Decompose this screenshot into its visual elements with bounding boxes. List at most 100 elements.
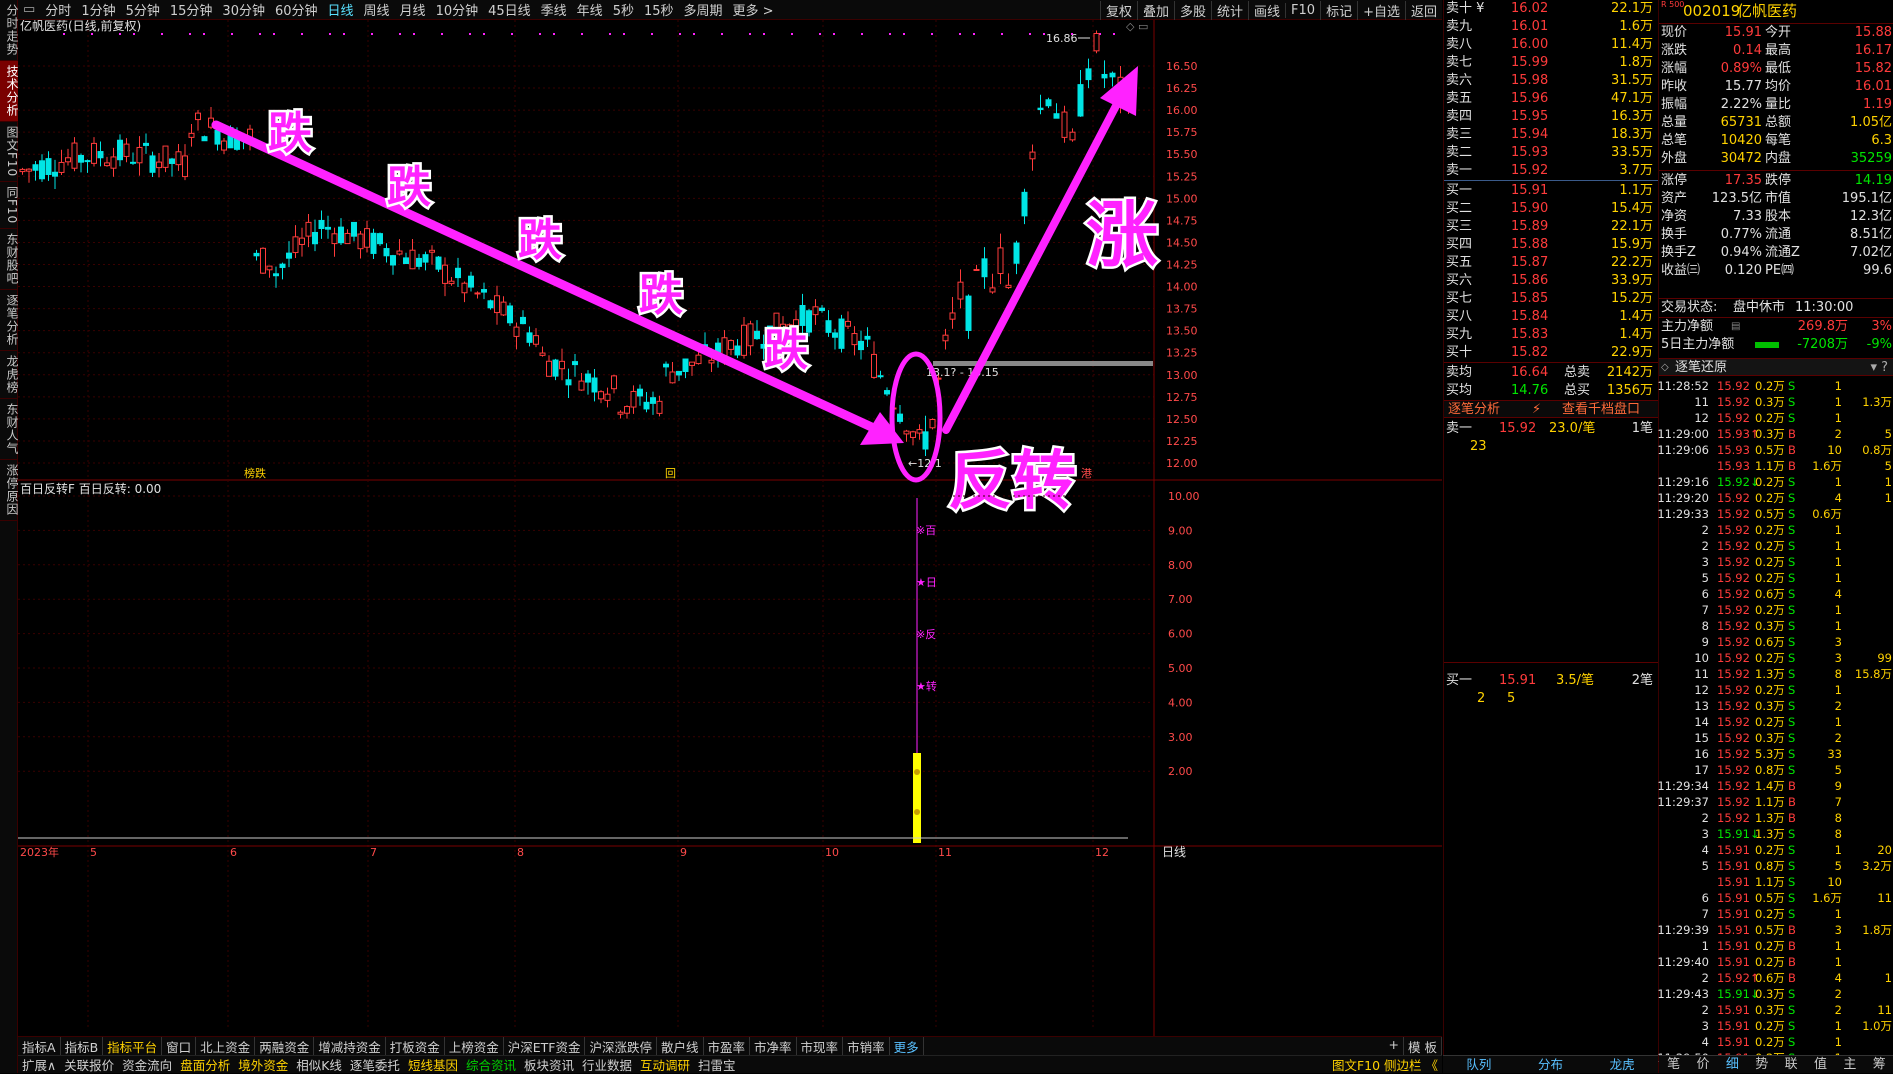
period-tab-8[interactable]: 月线 <box>395 0 431 19</box>
period-tab-12[interactable]: 年线 <box>572 0 608 19</box>
leftbar-item-5[interactable]: 逐笔分析 <box>0 290 19 352</box>
lightning-icon[interactable]: ⚡ <box>1532 401 1541 419</box>
bid-row-5[interactable]: 买六 15.86 33.9万 <box>1444 272 1659 290</box>
extension-tab-11[interactable]: 互动调研 <box>636 1055 694 1074</box>
toolbar-button-7[interactable]: +自选 <box>1357 0 1405 20</box>
period-tab-0[interactable]: 分时 <box>40 0 76 19</box>
info-tab-7[interactable]: 筹 <box>1865 1056 1893 1073</box>
indicator-tab-16[interactable]: 更多 <box>890 1036 924 1056</box>
period-tab-3[interactable]: 15分钟 <box>165 0 218 19</box>
period-tab-14[interactable]: 15秒 <box>639 0 679 19</box>
indicator-right-btn-0[interactable]: + <box>1385 1036 1405 1056</box>
bid-row-4[interactable]: 买五 15.87 22.2万 <box>1444 254 1659 272</box>
extension-tab-8[interactable]: 综合资讯 <box>462 1055 520 1074</box>
indicator-tab-15[interactable]: 市销率 <box>843 1036 890 1056</box>
indicator-tab-14[interactable]: 市现率 <box>797 1036 844 1056</box>
ask-row-8[interactable]: 卖二 15.93 33.5万 <box>1444 144 1659 162</box>
kline-chart-area[interactable]: 16.50 16.25 16.00 15.75 15.50 15.25 15.00 14.75… <box>18 18 1442 1036</box>
extension-tab-3[interactable]: 盘面分析 <box>176 1055 234 1074</box>
bid-row-3[interactable]: 买四 15.88 15.9万 <box>1444 236 1659 254</box>
ask-row-2[interactable]: 卖八 16.00 11.4万 <box>1444 36 1659 54</box>
toolbar-button-6[interactable]: 标记 <box>1320 0 1357 20</box>
indicator-tab-1[interactable]: 指标B <box>61 1036 104 1056</box>
menu-icon[interactable]: ▭ <box>18 2 40 17</box>
info-tab-0[interactable]: 笔 <box>1659 1056 1688 1073</box>
period-tab-2[interactable]: 5分钟 <box>121 0 165 19</box>
toolbar-button-5[interactable]: F10 <box>1285 2 1320 18</box>
bid-row-1[interactable]: 买二 15.90 15.4万 <box>1444 200 1659 218</box>
period-tab-10[interactable]: 45日线 <box>483 0 536 19</box>
period-tab-9[interactable]: 10分钟 <box>431 0 484 19</box>
toolbar-button-4[interactable]: 画线 <box>1248 0 1285 20</box>
chart-collapse-icon[interactable]: ◇ ▭ <box>1126 20 1148 33</box>
kline-chart-svg[interactable]: 16.50 16.25 16.00 15.75 15.50 15.25 15.00 14.75… <box>18 18 1442 1036</box>
info-tab-3[interactable]: 势 <box>1747 1056 1776 1073</box>
marker-callback[interactable]: 回 <box>665 467 676 480</box>
bid-row-7[interactable]: 买八 15.84 1.4万 <box>1444 308 1659 326</box>
ask-row-0[interactable]: 卖十 ¥ 16.02 22.1万 <box>1444 0 1659 18</box>
toolbar-button-3[interactable]: 统计 <box>1211 0 1248 20</box>
leftbar-item-6[interactable]: 龙虎榜 <box>0 351 19 400</box>
toolbar-button-0[interactable]: 复权 <box>1099 0 1137 20</box>
tab-thousand-levels[interactable]: 查看千档盘口 <box>1562 401 1640 419</box>
indicator-right-btn-1[interactable]: 模 板 <box>1404 1036 1442 1056</box>
ask-row-4[interactable]: 卖六 15.98 31.5万 <box>1444 72 1659 90</box>
info-icon[interactable]: ▤ <box>1731 318 1740 336</box>
indicator-tab-9[interactable]: 沪深ETF资金 <box>504 1036 586 1056</box>
indicator-tab-6[interactable]: 增减持资金 <box>314 1036 386 1056</box>
extension-tab-5[interactable]: 相似K线 <box>292 1055 346 1074</box>
indicator-tab-0[interactable]: 指标A <box>18 1036 61 1056</box>
extension-tab-0[interactable]: 扩展∧ <box>18 1055 60 1074</box>
ask-row-7[interactable]: 卖三 15.94 18.3万 <box>1444 126 1659 144</box>
info-tab-4[interactable]: 联 <box>1777 1056 1806 1073</box>
pane-tab-1[interactable]: 分布 <box>1515 1056 1587 1073</box>
marker-hk[interactable]: 港 <box>1081 467 1092 480</box>
indicator-tab-7[interactable]: 打板资金 <box>386 1036 445 1056</box>
period-tab-6[interactable]: 日线 <box>323 0 359 19</box>
bid-row-9[interactable]: 买十 15.82 22.9万 <box>1444 344 1659 362</box>
bid-row-8[interactable]: 买九 15.83 1.4万 <box>1444 326 1659 344</box>
toolbar-button-8[interactable]: 返回 <box>1404 0 1442 20</box>
tick-settings-icon[interactable]: ▾ ? <box>1870 359 1888 377</box>
indicator-tab-11[interactable]: 散户线 <box>657 1036 704 1056</box>
marker-rank-drop[interactable]: 榜跌 <box>244 466 266 480</box>
indicator-tab-5[interactable]: 两融资金 <box>255 1036 315 1056</box>
ask-row-9[interactable]: 卖一 15.92 3.7万 <box>1444 162 1659 180</box>
toolbar-button-2[interactable]: 多股 <box>1173 0 1211 20</box>
extension-tab-2[interactable]: 资金流向 <box>118 1055 176 1074</box>
extension-tab-4[interactable]: 境外资金 <box>234 1055 292 1074</box>
period-tab-4[interactable]: 30分钟 <box>217 0 270 19</box>
leftbar-item-4[interactable]: 东财股吧 <box>0 229 19 291</box>
indicator-tab-13[interactable]: 市净率 <box>750 1036 797 1056</box>
tab-tick-analysis[interactable]: 逐笔分析 <box>1448 401 1500 419</box>
leftbar-item-1[interactable]: 技术分析 <box>0 61 19 122</box>
bid-row-0[interactable]: 买一 15.91 1.1万 <box>1444 182 1659 200</box>
extension-tab-6[interactable]: 逐笔委托 <box>346 1055 404 1074</box>
leftbar-item-7[interactable]: 东财人气 <box>0 399 19 461</box>
indicator-tab-3[interactable]: 窗口 <box>162 1036 197 1056</box>
pane-tab-2[interactable]: 龙虎 <box>1586 1056 1658 1073</box>
indicator-tab-2[interactable]: 指标平台 <box>103 1036 163 1056</box>
info-tab-6[interactable]: 主 <box>1835 1056 1864 1073</box>
collapse-icon[interactable]: ◇ <box>1661 359 1669 377</box>
period-tab-5[interactable]: 60分钟 <box>270 0 323 19</box>
leftbar-item-0[interactable]: 分时走势 <box>0 0 19 61</box>
bid-row-2[interactable]: 买三 15.89 22.1万 <box>1444 218 1659 236</box>
ask-row-3[interactable]: 卖七 15.99 1.8万 <box>1444 54 1659 72</box>
indicator-tab-4[interactable]: 北上资金 <box>196 1036 256 1056</box>
info-tab-2[interactable]: 细 <box>1718 1056 1747 1073</box>
info-tab-1[interactable]: 价 <box>1688 1056 1717 1073</box>
extension-tab-7[interactable]: 短线基因 <box>404 1055 462 1074</box>
period-tab-13[interactable]: 5秒 <box>608 0 639 19</box>
indicator-tab-10[interactable]: 沪深涨跌停 <box>585 1036 657 1056</box>
period-tab-1[interactable]: 1分钟 <box>76 0 120 19</box>
period-tab-11[interactable]: 季线 <box>536 0 572 19</box>
ask-row-5[interactable]: 卖五 15.96 47.1万 <box>1444 90 1659 108</box>
pane-tab-0[interactable]: 队列 <box>1443 1056 1515 1073</box>
leftbar-item-3[interactable]: 同F10 <box>0 182 19 230</box>
leftbar-item-2[interactable]: 图文F10 <box>0 122 19 183</box>
info-tab-5[interactable]: 值 <box>1806 1056 1835 1073</box>
period-tab-16[interactable]: 更多 > <box>728 0 779 19</box>
bid-row-6[interactable]: 买七 15.85 15.2万 <box>1444 290 1659 308</box>
toolbar-button-1[interactable]: 叠加 <box>1136 0 1174 20</box>
